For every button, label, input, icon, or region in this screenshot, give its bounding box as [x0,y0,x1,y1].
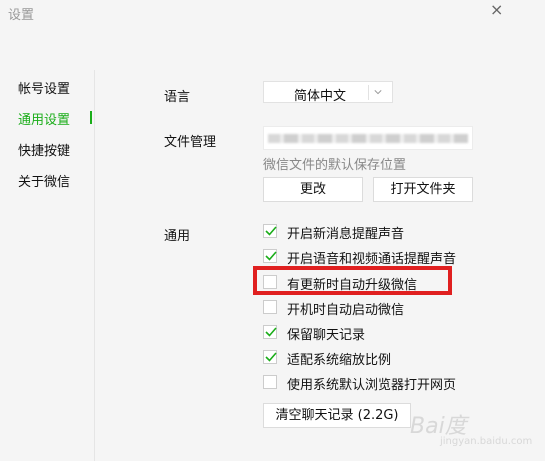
check-icon [265,327,277,337]
sidebar-divider [94,70,95,461]
clear-history-button[interactable]: 清空聊天记录 (2.2G) [263,403,411,428]
sidebar-item-shortcuts[interactable]: 快捷按键 [18,140,70,159]
file-path-field [263,126,473,150]
checkbox[interactable] [263,350,277,364]
general-label: 通用 [164,229,191,244]
change-button[interactable]: 更改 [263,177,363,202]
watermark-logo: Bai度 [410,414,467,439]
active-indicator [90,111,92,124]
check-icon [265,226,277,236]
checkbox[interactable] [263,249,277,263]
close-icon[interactable]: × [490,0,503,19]
option-label: 开启新消息提醒声音 [287,227,405,242]
option-label: 使用系统默认浏览器打开网页 [287,378,457,393]
blurred-path [268,134,468,143]
option-label: 开启语音和视频通话提醒声音 [287,252,457,267]
sidebar-item-general[interactable]: 通用设置 [18,109,70,128]
check-icon [265,352,277,362]
checkbox[interactable] [263,224,277,238]
check-icon [265,251,277,261]
sidebar-item-account[interactable]: 帐号设置 [18,78,70,97]
watermark-url: jingyan.baidu.com [440,436,533,447]
checkbox[interactable] [263,325,277,339]
file-path-hint: 微信文件的默认保存位置 [263,158,407,173]
file-management-label: 文件管理 [164,135,217,150]
select-separator [368,85,369,100]
chevron-down-icon [374,90,382,95]
checkbox[interactable] [263,375,277,389]
sidebar-item-about[interactable]: 关于微信 [18,171,70,190]
option-label: 保留聊天记录 [287,328,366,343]
highlight-box [253,266,452,295]
language-label: 语言 [164,90,191,105]
option-label: 适配系统缩放比例 [287,353,392,368]
checkbox[interactable] [263,300,277,314]
window-title: 设置 [8,8,35,23]
watermark: Bai度 jingyan.baidu.com [410,400,540,455]
open-folder-button[interactable]: 打开文件夹 [373,177,473,202]
option-label: 开机时自动启动微信 [287,303,405,318]
language-select[interactable]: 简体中文 [263,81,393,104]
language-value: 简体中文 [294,89,347,104]
